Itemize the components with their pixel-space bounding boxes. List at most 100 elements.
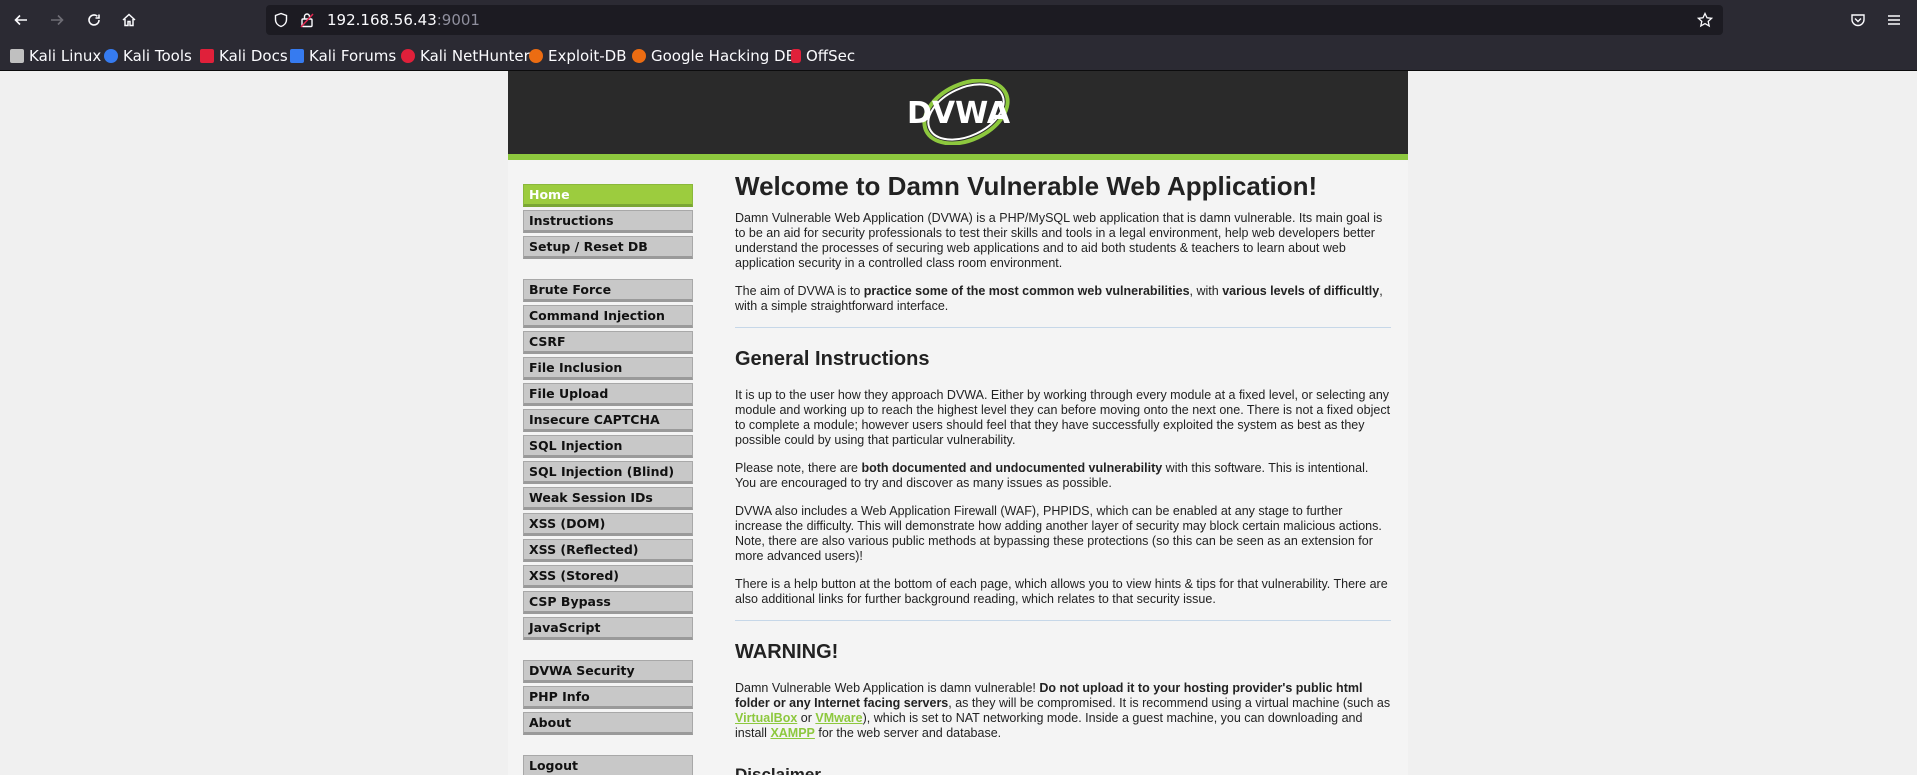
menu-item-csp-bypass[interactable]: CSP Bypass xyxy=(523,591,693,614)
menu-item-command-injection[interactable]: Command Injection xyxy=(523,305,693,328)
bookmark-star-icon[interactable] xyxy=(1697,12,1713,28)
text: , with xyxy=(1189,284,1223,298)
warning-heading: WARNING! xyxy=(735,641,839,663)
aim-paragraph: The aim of DVWA is to practice some of t… xyxy=(735,284,1391,314)
bookmark-label: Kali NetHunter xyxy=(420,47,530,65)
menu-item-file-upload[interactable]: File Upload xyxy=(523,383,693,406)
menu-item-setup-reset-db[interactable]: Setup / Reset DB xyxy=(523,236,693,259)
help-paragraph: There is a help button at the bottom of … xyxy=(735,577,1388,606)
bookmark-label: Kali Docs xyxy=(219,47,288,65)
menu-item-weak-session-ids[interactable]: Weak Session IDs xyxy=(523,487,693,510)
divider xyxy=(735,620,1391,621)
offsec-icon xyxy=(791,49,801,63)
bookmark-label: Kali Linux xyxy=(29,47,102,65)
waf-paragraph: DVWA also includes a Web Application Fir… xyxy=(735,504,1382,563)
main-content: Welcome to Damn Vulnerable Web Applicati… xyxy=(735,171,1391,775)
ghdb-icon xyxy=(632,49,646,63)
menu-item-about[interactable]: About xyxy=(523,712,693,735)
dvwa-logo: DVWA xyxy=(907,79,1011,145)
bookmark-exploit-db[interactable]: Exploit-DB xyxy=(529,47,627,65)
arrow-left-icon xyxy=(14,14,27,26)
nethunter-icon xyxy=(401,49,415,63)
general-paragraph: It is up to the user how they approach D… xyxy=(735,388,1391,447)
bookmark-kali-nethunter[interactable]: Kali NetHunter xyxy=(401,47,530,65)
bookmark-label: Kali Tools xyxy=(123,47,192,65)
vmware-link[interactable]: VMware xyxy=(815,711,862,725)
reload-icon xyxy=(88,14,100,26)
text: for the web server and database. xyxy=(814,726,1002,740)
menu-item-xss-stored[interactable]: XSS (Stored) xyxy=(523,565,693,588)
menu-separator xyxy=(523,738,693,755)
bookmark-offsec[interactable]: OffSec xyxy=(791,47,855,65)
text: Damn Vulnerable Web Application is damn … xyxy=(735,681,1040,695)
disclaimer-heading: Disclaimer xyxy=(735,765,821,775)
url-host: 192.168.56.43 xyxy=(327,11,437,29)
url-bar[interactable]: 192.168.56.43:9001 xyxy=(266,5,1723,35)
kali-dragon-icon xyxy=(10,49,24,63)
url-port: :9001 xyxy=(436,11,480,29)
menu-item-insecure-captcha[interactable]: Insecure CAPTCHA xyxy=(523,409,693,432)
bookmark-kali-linux[interactable]: Kali Linux xyxy=(10,47,101,65)
bookmark-kali-forums[interactable]: Kali Forums xyxy=(290,47,396,65)
menu-item-csrf[interactable]: CSRF xyxy=(523,331,693,354)
page-title: Welcome to Damn Vulnerable Web Applicati… xyxy=(735,171,1318,201)
menu-item-xss-dom[interactable]: XSS (DOM) xyxy=(523,513,693,536)
browser-toolbar: 192.168.56.43:9001 xyxy=(0,0,1917,40)
menu-item-instructions[interactable]: Instructions xyxy=(523,210,693,233)
xampp-link[interactable]: XAMPP xyxy=(770,726,814,740)
text: Please note, there are xyxy=(735,461,862,475)
header-stripe xyxy=(508,154,1408,160)
pocket-icon xyxy=(1851,14,1865,27)
bookmark-kali-docs[interactable]: Kali Docs xyxy=(200,47,288,65)
menu-item-xss-reflected[interactable]: XSS (Reflected) xyxy=(523,539,693,562)
reload-button[interactable] xyxy=(82,8,106,32)
intro-paragraph: Damn Vulnerable Web Application (DVWA) i… xyxy=(735,211,1383,270)
page-header: DVWA xyxy=(508,71,1408,154)
shield-icon[interactable] xyxy=(273,12,289,28)
kali-forums-icon xyxy=(290,49,304,63)
bookmark-google-hacking-db[interactable]: Google Hacking DB xyxy=(632,47,796,65)
bookmark-label: Kali Forums xyxy=(309,47,397,65)
menu-item-dvwa-security[interactable]: DVWA Security xyxy=(523,660,693,683)
insecure-lock-icon[interactable] xyxy=(299,12,315,28)
bookmark-label: OffSec xyxy=(806,47,856,65)
exploit-db-icon xyxy=(529,49,543,63)
menu-separator xyxy=(523,262,693,279)
menu-item-brute-force[interactable]: Brute Force xyxy=(523,279,693,302)
menu-item-home[interactable]: Home xyxy=(523,184,693,207)
hamburger-menu-icon xyxy=(1888,15,1900,25)
bookmark-kali-tools[interactable]: Kali Tools xyxy=(104,47,192,65)
bookmark-label: Exploit-DB xyxy=(548,47,627,65)
url-text[interactable]: 192.168.56.43:9001 xyxy=(327,11,480,29)
vulnerability-note-paragraph: Please note, there are both documented a… xyxy=(735,461,1391,491)
menu-item-file-inclusion[interactable]: File Inclusion xyxy=(523,357,693,380)
bold-text: both documented and undocumented vulnera… xyxy=(861,461,1163,475)
menu-item-sql-injection[interactable]: SQL Injection xyxy=(523,435,693,458)
bookmarks-bar: Kali Linux Kali Tools Kali Docs Kali For… xyxy=(0,40,1917,71)
menu-item-sql-injection-blind[interactable]: SQL Injection (Blind) xyxy=(523,461,693,484)
text: or xyxy=(797,711,816,725)
menu-item-logout[interactable]: Logout xyxy=(523,755,693,775)
svg-text:DVWA: DVWA xyxy=(907,96,1011,131)
back-button[interactable] xyxy=(9,8,33,32)
warning-paragraph: Damn Vulnerable Web Application is damn … xyxy=(735,681,1391,741)
home-button[interactable] xyxy=(117,8,141,32)
main-menu: Home Instructions Setup / Reset DB Brute… xyxy=(523,184,693,775)
text: The aim of DVWA is to xyxy=(735,284,864,298)
virtualbox-link[interactable]: VirtualBox xyxy=(735,711,797,725)
app-menu-button[interactable] xyxy=(1882,8,1906,32)
bold-text: various levels of difficultly xyxy=(1222,284,1380,298)
arrow-right-icon xyxy=(51,14,64,26)
general-instructions-heading: General Instructions xyxy=(735,348,930,370)
kali-docs-icon xyxy=(200,49,214,63)
dvwa-page: DVWA Home Instructions Setup / Reset DB … xyxy=(508,71,1408,775)
home-icon xyxy=(122,13,136,27)
pocket-button[interactable] xyxy=(1846,8,1870,32)
divider xyxy=(735,327,1391,328)
kali-tools-icon xyxy=(104,49,118,63)
menu-item-php-info[interactable]: PHP Info xyxy=(523,686,693,709)
bold-text: practice some of the most common web vul… xyxy=(863,284,1190,298)
forward-button[interactable] xyxy=(45,8,69,32)
menu-separator xyxy=(523,643,693,660)
menu-item-javascript[interactable]: JavaScript xyxy=(523,617,693,640)
